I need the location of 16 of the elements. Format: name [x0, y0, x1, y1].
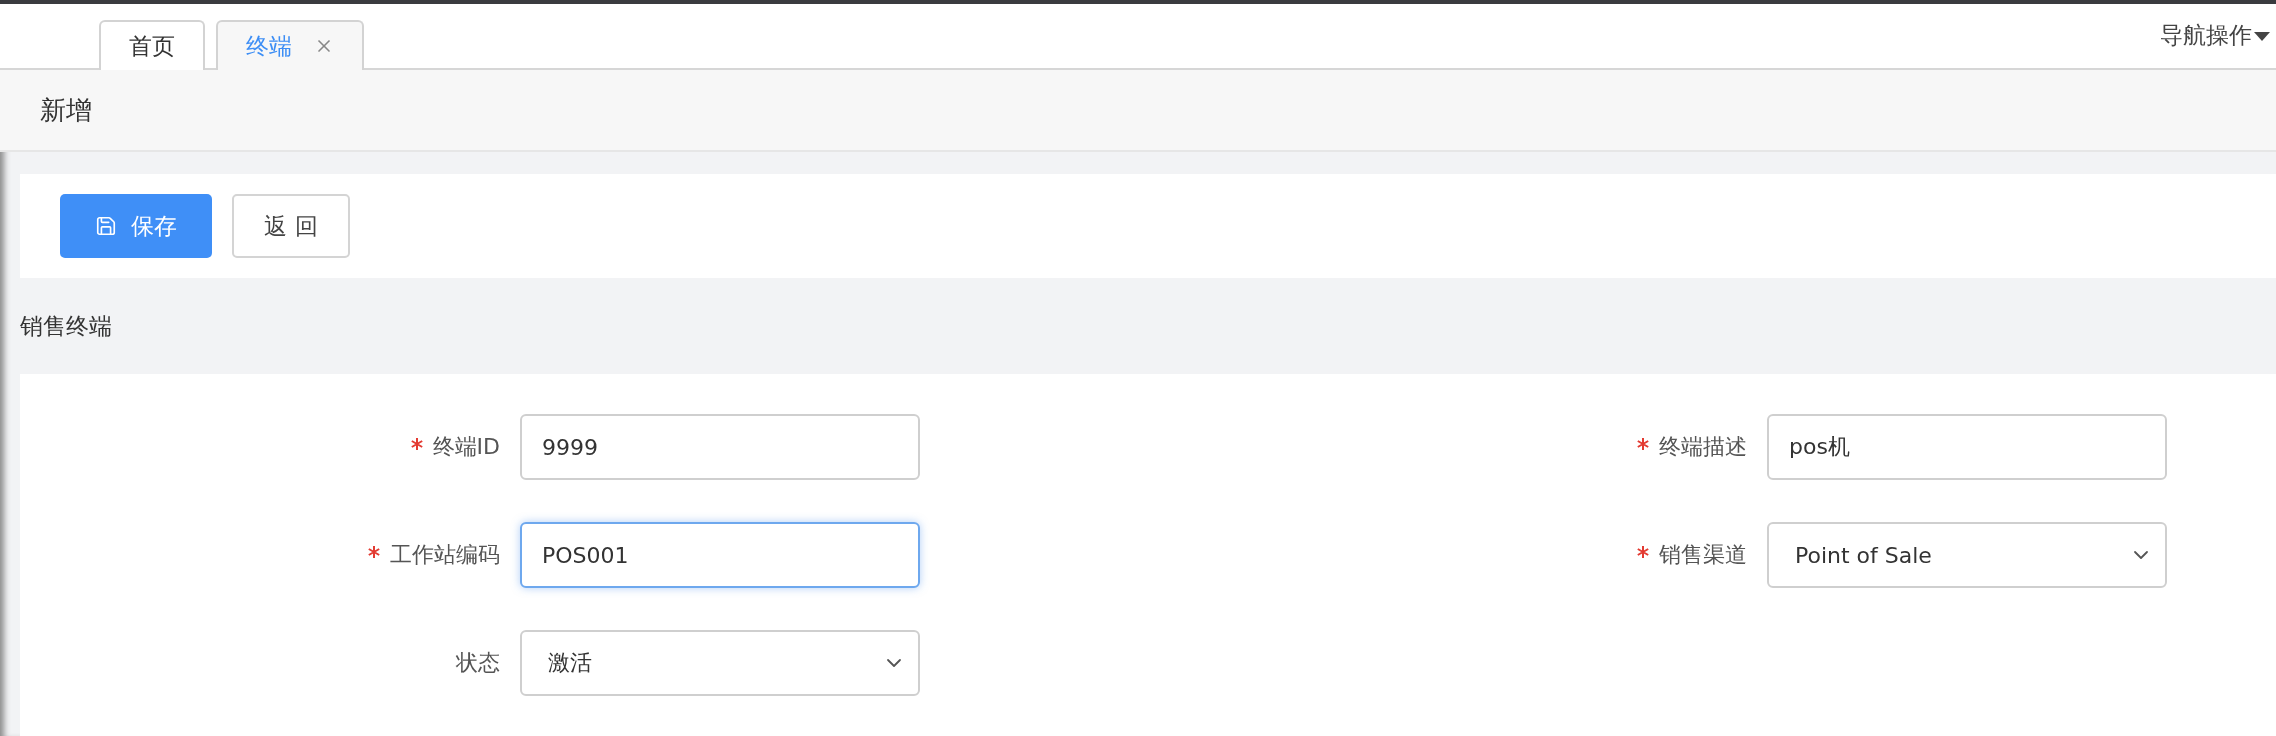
input-field[interactable]: pos机 [1767, 414, 2167, 480]
select-field[interactable]: Point of Sale [1767, 522, 2167, 588]
input-field[interactable]: POS001 [520, 522, 920, 588]
page-title: 新增 [40, 93, 92, 127]
nav-menu[interactable]: 导航操作 [2160, 20, 2270, 51]
back-button[interactable]: 返 回 [232, 194, 350, 258]
field-label: 状态 [456, 649, 500, 677]
field-label: 终端描述 [1659, 433, 1747, 461]
select-field[interactable]: 激活 [520, 630, 920, 696]
caret-icon [2254, 30, 2270, 41]
input-field[interactable]: 9999 [520, 414, 920, 480]
tab[interactable]: 首页 [99, 20, 205, 70]
field-label: 工作站编码 [390, 541, 500, 569]
section-title: 销售终端 [20, 311, 112, 341]
field-label: 销售渠道 [1659, 541, 1747, 569]
field-label: 终端ID [432, 433, 500, 461]
